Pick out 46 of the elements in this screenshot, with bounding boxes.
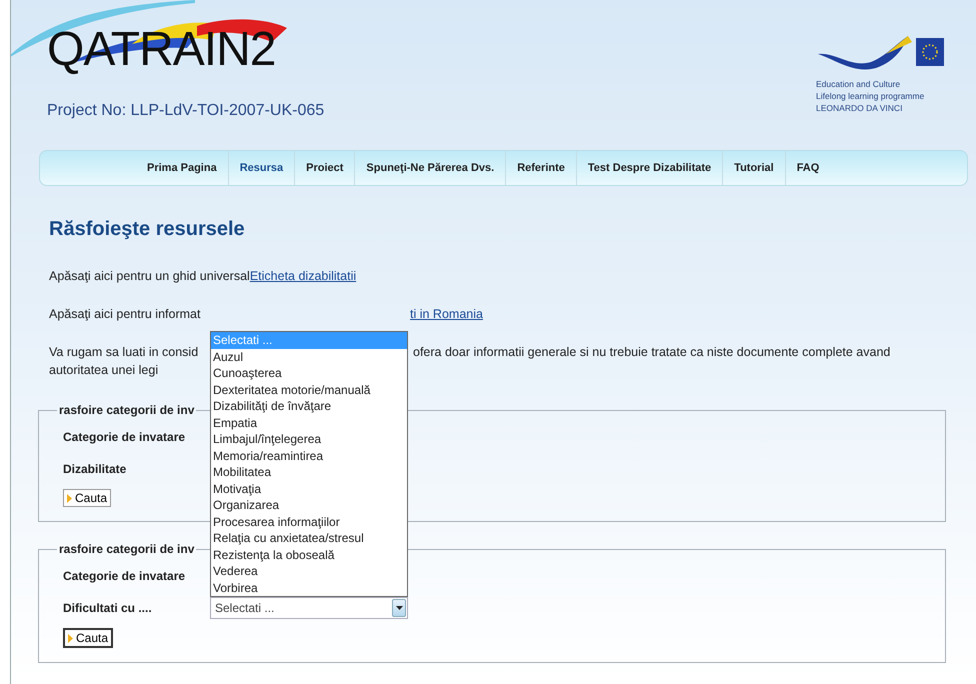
field-label: Categorie de invatare (63, 430, 186, 444)
dropdown-option[interactable]: Memoria/reamintirea (211, 448, 407, 464)
dropdown-option[interactable]: Vorbirea (211, 580, 407, 596)
project-number: Project No: LLP-LdV-TOI-2007-UK-065 (47, 102, 324, 120)
arrow-icon (67, 494, 72, 502)
nav-tab[interactable]: Test Despre Dizabilitate (576, 151, 724, 185)
legislation-text: Apăsaţi aici pentru informat (49, 307, 202, 321)
arrow-icon (68, 634, 73, 642)
dropdown-option[interactable]: Dexteritatea motorie/manuală (211, 382, 407, 398)
programme-text: LEONARDO DA VINCI (816, 102, 904, 114)
dropdown-option[interactable]: Organizarea (211, 497, 407, 514)
dropdown-option[interactable]: Procesarea informaţiilor (211, 514, 407, 530)
dropdown-option[interactable]: Auzul (211, 348, 407, 365)
field-label: Categorie de invatare (63, 569, 186, 583)
nav-tab[interactable]: Resursa (228, 151, 296, 185)
dropdown-option[interactable]: Limbajul/înţelegerea (211, 431, 407, 448)
programme-text: Education and Culture (816, 78, 902, 90)
search-button[interactable]: Cauta (63, 489, 112, 507)
notice-text: autoritatea unei legi (49, 362, 158, 379)
notice-text: ofera doar informatii generale si nu trebuie tratate ca niste documente complete avand (413, 344, 890, 361)
difficulty-select[interactable]: Selectati ... (210, 597, 408, 619)
notice-text: Va rugam sa luati in consid (49, 344, 200, 361)
dropdown-option[interactable]: Cunoaşterea (211, 365, 407, 382)
form-legend: rasfoire categorii de inv (57, 542, 196, 556)
nav-tab[interactable]: Tutorial (723, 151, 786, 185)
dropdown-option[interactable]: Empatia (211, 414, 407, 431)
programme-text: Lifelong learning programme (816, 90, 926, 102)
field-label: Dificultati cu .... (63, 601, 153, 615)
nav-tab[interactable]: Spuneţi-Ne Părerea Dvs. (355, 151, 506, 185)
field-label: Dizabilitate (63, 462, 128, 476)
dropdown-option[interactable]: Mobilitatea (211, 464, 407, 480)
nav-tab[interactable]: Referinte (506, 151, 577, 185)
nav-tab[interactable]: FAQ (786, 151, 830, 185)
page-heading: Răsfoieşte resursele (49, 218, 246, 241)
guide-link[interactable]: Eticheta dizabilitatii (250, 269, 356, 283)
dropdown-option[interactable]: Motivaţia (211, 480, 407, 497)
legislation-link[interactable]: ti in Romania (410, 307, 483, 321)
dropdown-option[interactable]: Relaţia cu anxietatea/stresul (211, 530, 407, 546)
intro-text: Apăsaţi aici pentru un ghid universal (49, 269, 250, 283)
dropdown-option[interactable]: Rezistenţa la oboseală (211, 546, 407, 563)
dropdown-option[interactable]: Vederea (211, 563, 407, 580)
search-button[interactable]: Cauta (63, 628, 114, 648)
dropdown-option[interactable]: Dizabilităţi de învăţare (211, 398, 407, 414)
form-legend: rasfoire categorii de inv (57, 403, 196, 417)
nav-tab[interactable]: Proiect (295, 151, 356, 185)
nav-tab[interactable]: Prima Pagina (136, 151, 229, 185)
